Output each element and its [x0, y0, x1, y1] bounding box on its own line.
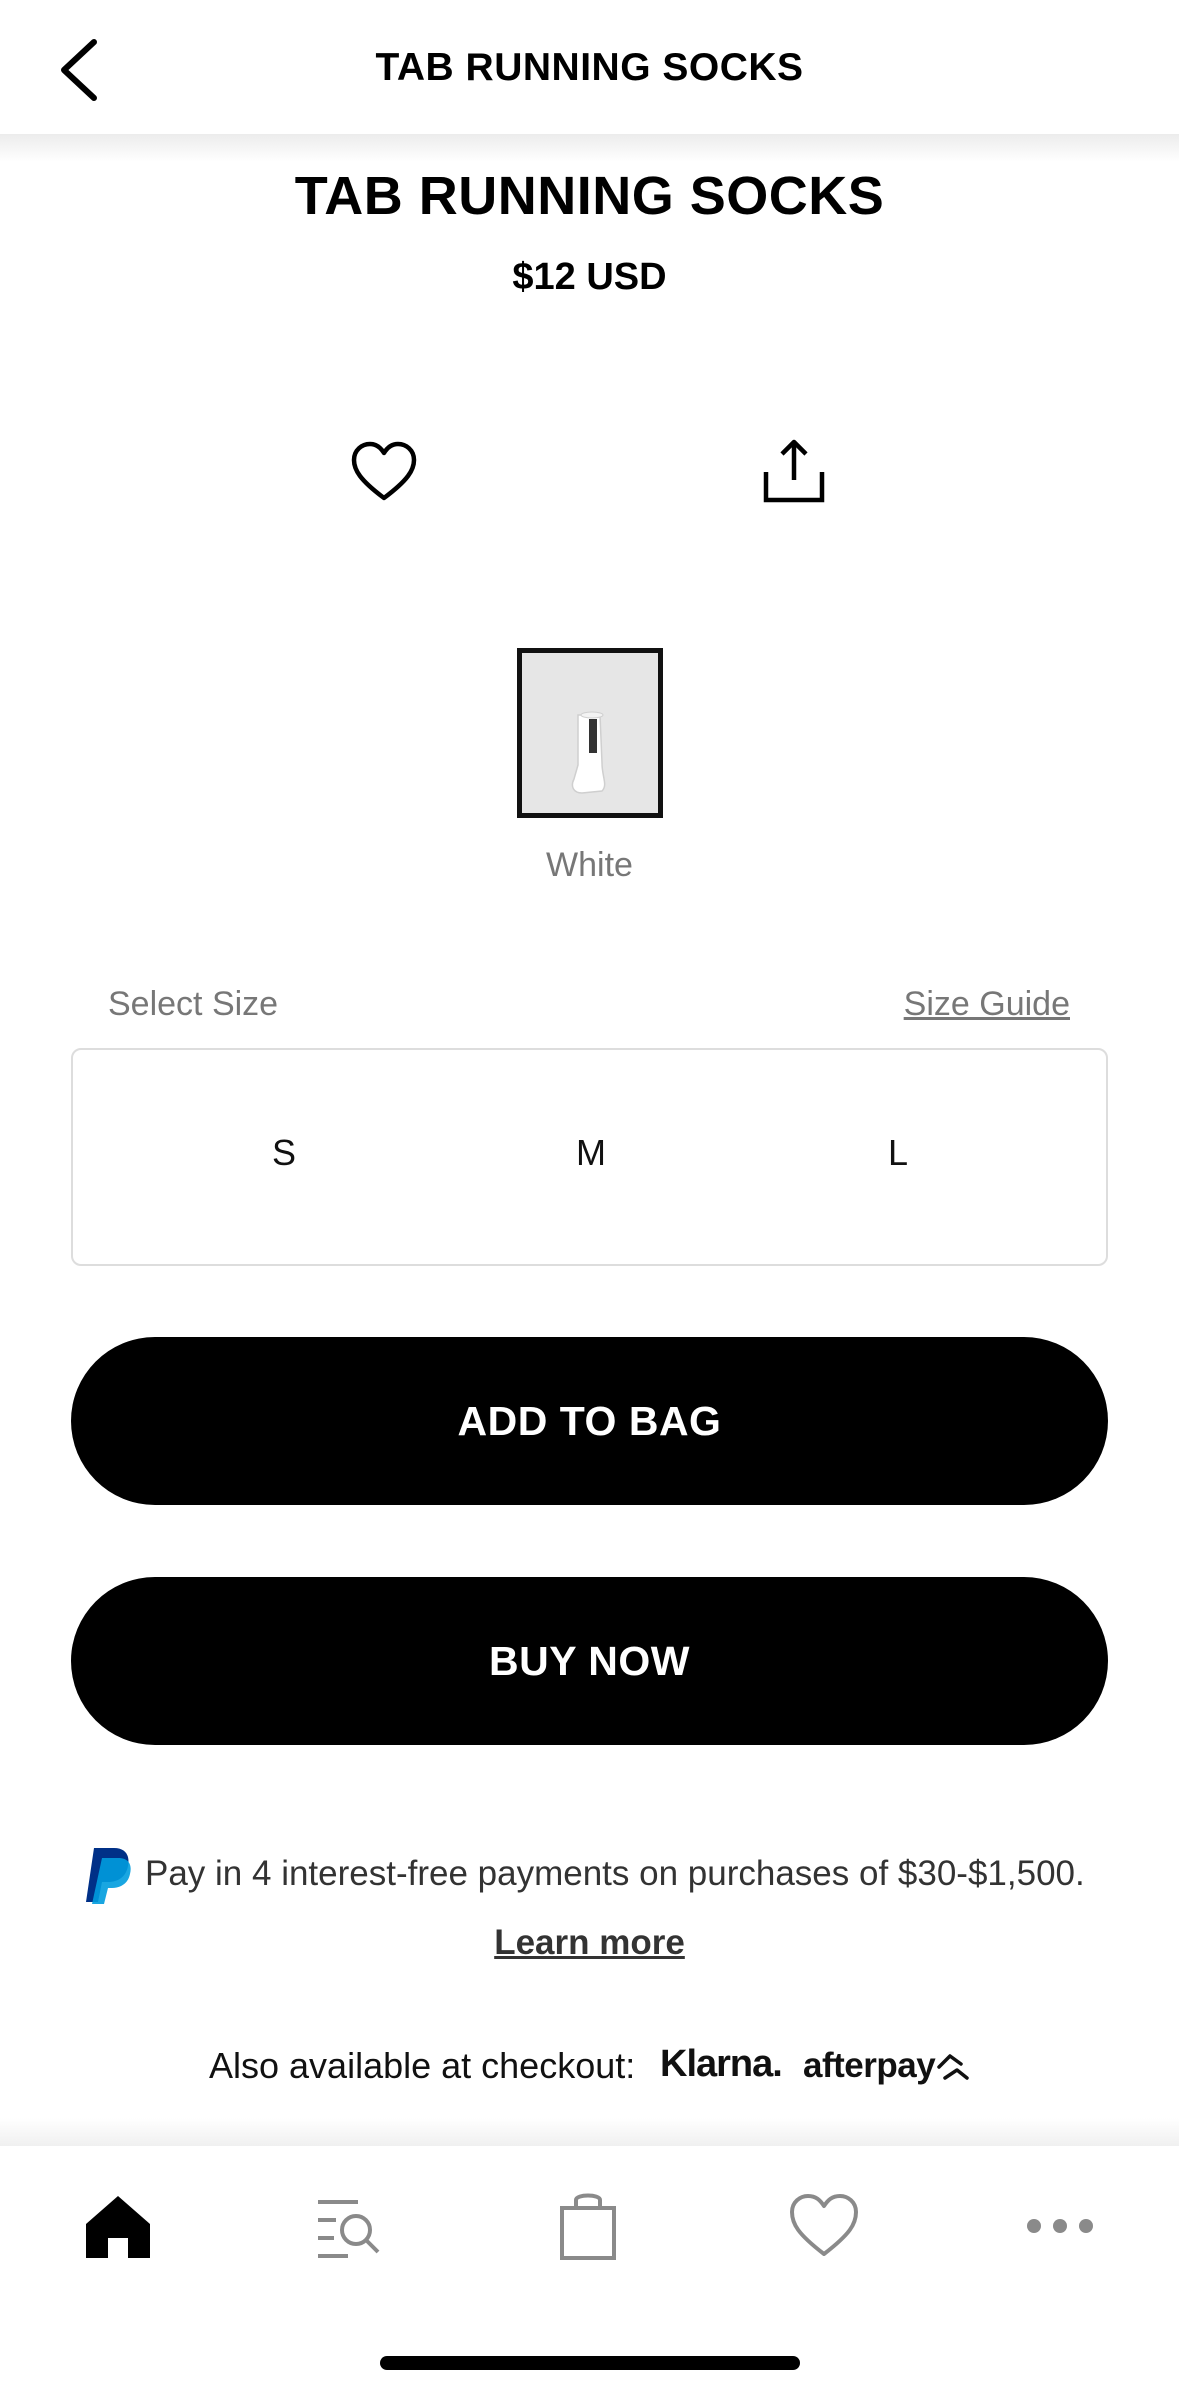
favorite-button[interactable]	[348, 436, 420, 508]
afterpay-logo: afterpay	[803, 2046, 936, 2085]
size-selector: S M L	[71, 1048, 1108, 1266]
size-guide-link[interactable]: Size Guide	[904, 985, 1070, 1024]
tab-favorites[interactable]	[784, 2186, 864, 2266]
also-available-label: Also available at checkout:	[209, 2045, 636, 2086]
tab-home[interactable]	[78, 2186, 158, 2266]
learn-more-link[interactable]: Learn more	[0, 1923, 1179, 1963]
more-icon	[1027, 2219, 1093, 2233]
klarna-logo: Klarna.	[660, 2043, 783, 2085]
product-page: TAB RUNNING SOCKS TAB RUNNING SOCKS $12 …	[0, 0, 1179, 2396]
heart-icon	[790, 2194, 858, 2256]
search-list-icon	[318, 2200, 380, 2258]
color-swatch-white[interactable]	[517, 648, 663, 818]
product-price: $12 USD	[512, 256, 667, 298]
afterpay-arrows-icon	[937, 2054, 969, 2080]
paypal-pay-in-4-text: Pay in 4 interest-free payments on purch…	[145, 1854, 1085, 1893]
heart-outline-icon	[351, 441, 417, 501]
share-button[interactable]	[758, 436, 830, 508]
share-icon	[763, 439, 825, 503]
add-to-bag-button[interactable]: ADD TO BAG	[71, 1337, 1108, 1505]
bag-icon	[560, 2193, 616, 2260]
top-nav-bar: TAB RUNNING SOCKS	[0, 0, 1179, 134]
paypal-icon	[86, 1848, 131, 1904]
size-option-s[interactable]: S	[224, 1132, 344, 1174]
selected-color-label: White	[546, 846, 633, 884]
size-option-m[interactable]: M	[531, 1132, 651, 1174]
home-icon	[86, 2196, 150, 2258]
tab-more[interactable]	[1020, 2186, 1100, 2266]
nav-title: TAB RUNNING SOCKS	[375, 46, 804, 89]
home-indicator	[380, 2356, 800, 2370]
product-title: TAB RUNNING SOCKS	[294, 166, 885, 226]
top-nav-shadow	[0, 134, 1179, 162]
size-option-l[interactable]: L	[838, 1132, 958, 1174]
select-size-label: Select Size	[108, 985, 279, 1023]
buy-now-button[interactable]: BUY NOW	[71, 1577, 1108, 1745]
sock-thumbnail	[571, 711, 606, 794]
tabbar-shadow	[0, 2118, 1179, 2146]
tab-browse[interactable]	[310, 2186, 390, 2266]
tab-bag[interactable]	[548, 2186, 628, 2266]
